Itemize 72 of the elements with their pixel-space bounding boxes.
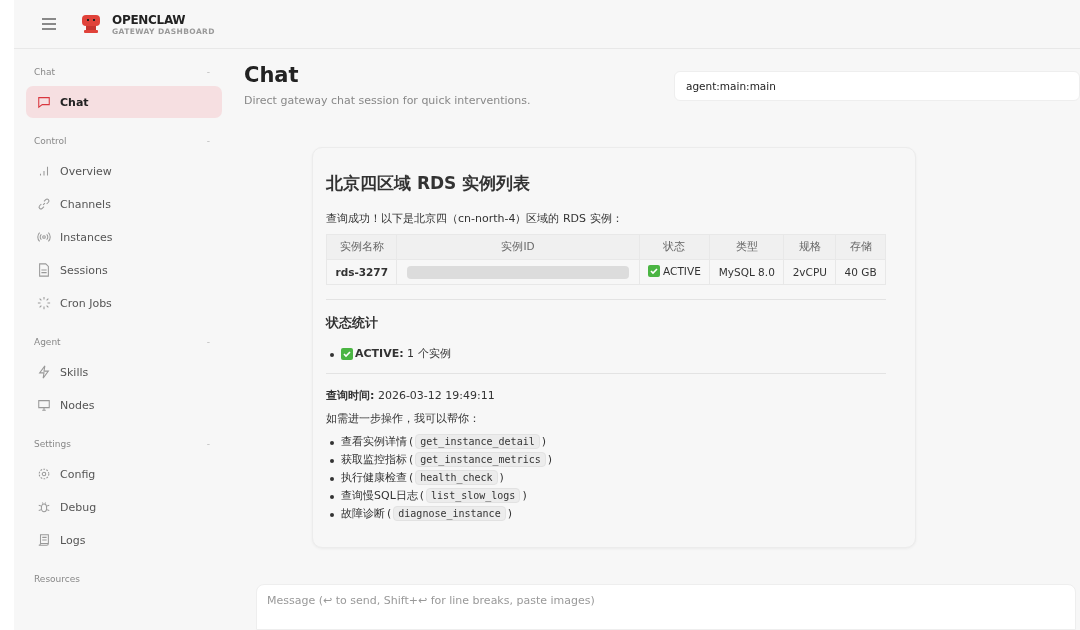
list-item: 执行健康检查	[341, 470, 407, 485]
bug-icon	[37, 500, 51, 514]
table-cell: 40 GB	[844, 266, 877, 278]
parenthesis: (	[409, 471, 414, 484]
sidebar-item[interactable]: Skills	[26, 356, 222, 388]
parenthesis: )	[541, 435, 546, 448]
sidebar-item[interactable]: Nodes	[26, 389, 222, 421]
parenthesis: )	[547, 453, 552, 466]
list-item: 获取监控指标	[341, 452, 407, 467]
section-title: Chat	[34, 67, 56, 77]
table-cell: 2vCPU	[792, 266, 827, 278]
sidebar-item[interactable]: Cron Jobs	[26, 287, 222, 319]
link-icon	[37, 197, 51, 211]
section-heading: 状态统计	[326, 314, 379, 332]
section-title: Agent	[34, 337, 61, 347]
session-field[interactable]: agent:main:main	[674, 71, 1080, 101]
menu-icon[interactable]	[41, 18, 57, 30]
parenthesis: (	[387, 507, 392, 520]
scroll-icon	[37, 533, 51, 547]
column-header: 状态	[639, 234, 710, 260]
sidebar-item[interactable]: Channels	[26, 188, 222, 220]
chat-bubble-icon	[37, 95, 51, 109]
code-snippet: get_instance_metrics	[415, 452, 546, 467]
parenthesis: (	[419, 489, 425, 502]
page-subtitle: Direct gateway chat session for quick interventions.	[244, 94, 531, 107]
settings-icon	[37, 467, 51, 481]
section-title: Control	[34, 136, 67, 146]
radio-icon	[37, 230, 51, 244]
column-header: 存储	[835, 234, 886, 260]
page-title: Chat	[244, 63, 300, 87]
robot-logo-icon	[79, 12, 103, 36]
message-heading: 北京四区域 RDS 实例列表	[326, 172, 532, 195]
monitor-icon	[37, 398, 51, 412]
parenthesis: )	[507, 507, 512, 520]
code-snippet: diagnose_instance	[393, 506, 506, 521]
column-header: 类型	[709, 234, 784, 260]
column-header: 规格	[783, 234, 836, 260]
section-title: Settings	[34, 439, 71, 449]
code-snippet: health_check	[415, 470, 498, 485]
parenthesis: )	[522, 489, 527, 502]
sidebar-item[interactable]: Config	[26, 458, 222, 490]
sidebar-item[interactable]: Sessions	[26, 254, 222, 286]
check-icon	[648, 265, 661, 277]
list-item: 查看实例详情	[341, 434, 407, 449]
check-icon	[341, 347, 353, 360]
table-cell: rds-3277	[335, 266, 388, 278]
query-time: 查询时间: 2026-03-12 19:49:11	[326, 388, 496, 403]
sidebar-item[interactable]: Logs	[26, 524, 222, 556]
table-cell: ACTIVE	[663, 265, 701, 277]
document-icon	[37, 263, 51, 277]
loader-icon	[37, 296, 51, 310]
column-header: 实例ID	[396, 234, 640, 260]
brand-name: OPENCLAW	[112, 12, 187, 27]
list-item: ACTIVE: 1 个实例	[355, 346, 451, 361]
parenthesis: (	[409, 435, 414, 448]
bar-chart-icon	[37, 164, 51, 178]
code-snippet: list_slow_logs	[426, 488, 521, 503]
sidebar-item[interactable]: Overview	[26, 155, 222, 187]
parenthesis: )	[499, 471, 504, 484]
code-snippet: get_instance_detail	[415, 434, 540, 449]
table-cell: MySQL 8.0	[718, 266, 775, 278]
sidebar-item[interactable]: Debug	[26, 491, 222, 523]
sidebar-item[interactable]: Chat	[26, 86, 222, 118]
sidebar-item[interactable]: Instances	[26, 221, 222, 253]
column-header: 实例名称	[326, 234, 397, 260]
section-title: Resources	[34, 574, 80, 584]
list-item: 查询慢SQL日志	[341, 488, 418, 503]
lightning-icon	[37, 365, 51, 379]
parenthesis: (	[409, 453, 414, 466]
message-text: 查询成功！以下是北京四（cn-north-4）区域的 RDS 实例：	[326, 211, 624, 226]
message-text: 如需进一步操作，我可以帮你：	[326, 411, 481, 426]
list-item: 故障诊断	[341, 506, 385, 521]
